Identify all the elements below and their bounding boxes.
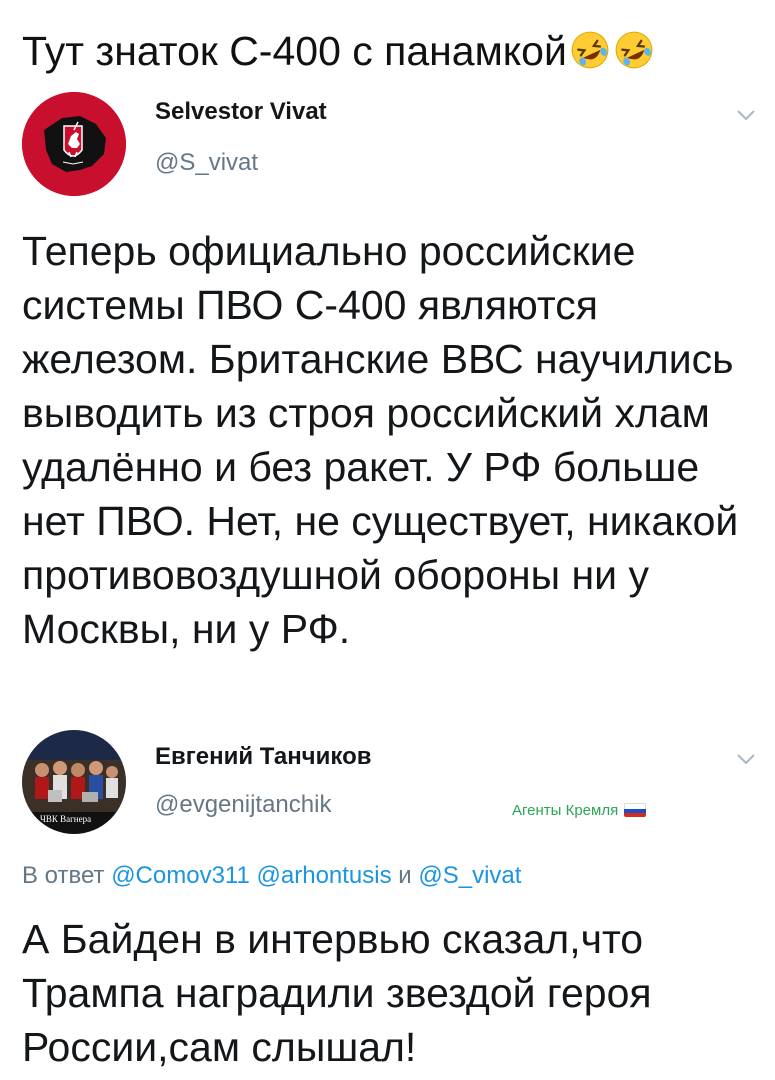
mention-link[interactable]: @S_vivat (418, 862, 521, 889)
avatar[interactable] (22, 92, 126, 196)
mention-link[interactable]: @arhontusis (257, 862, 392, 889)
chevron-down-icon[interactable] (735, 108, 757, 122)
caption-text: Тут знаток С-400 с панамкой (22, 28, 567, 74)
belarus-pahonia-emblem-avatar-icon (22, 92, 126, 196)
reply-prefix: В ответ (22, 862, 105, 889)
chevron-down-icon[interactable] (735, 752, 757, 766)
post-caption: Тут знаток С-400 с панамкой (22, 26, 655, 76)
badge-label: Агенты Кремля (512, 802, 619, 819)
user-handle[interactable]: @evgenijtanchik (155, 791, 331, 819)
reply-to-line: В ответ @Comov311 @arhontusis и @S_vivat (22, 862, 521, 890)
russian-flag-icon (624, 803, 647, 817)
avatar[interactable]: ЧВК Вагнера (22, 730, 126, 834)
rolling-on-floor-laughing-emoji-icon (615, 31, 653, 69)
reply-and: и (398, 862, 412, 889)
avatar-caption: ЧВК Вагнера (40, 814, 92, 824)
tweet-text: Теперь официально российские системы ПВО… (22, 228, 739, 652)
user-handle[interactable]: @S_vivat (155, 149, 258, 177)
tweet-text: А Байден в интервью сказал,что Трампа на… (22, 916, 652, 1070)
display-name[interactable]: Евгений Танчиков (155, 743, 371, 771)
mention-link[interactable]: @Comov311 (111, 862, 250, 889)
user-badge: Агенты Кремля (512, 802, 647, 819)
display-name[interactable]: Selvestor Vivat (155, 98, 327, 126)
rolling-on-floor-laughing-emoji-icon (571, 31, 609, 69)
